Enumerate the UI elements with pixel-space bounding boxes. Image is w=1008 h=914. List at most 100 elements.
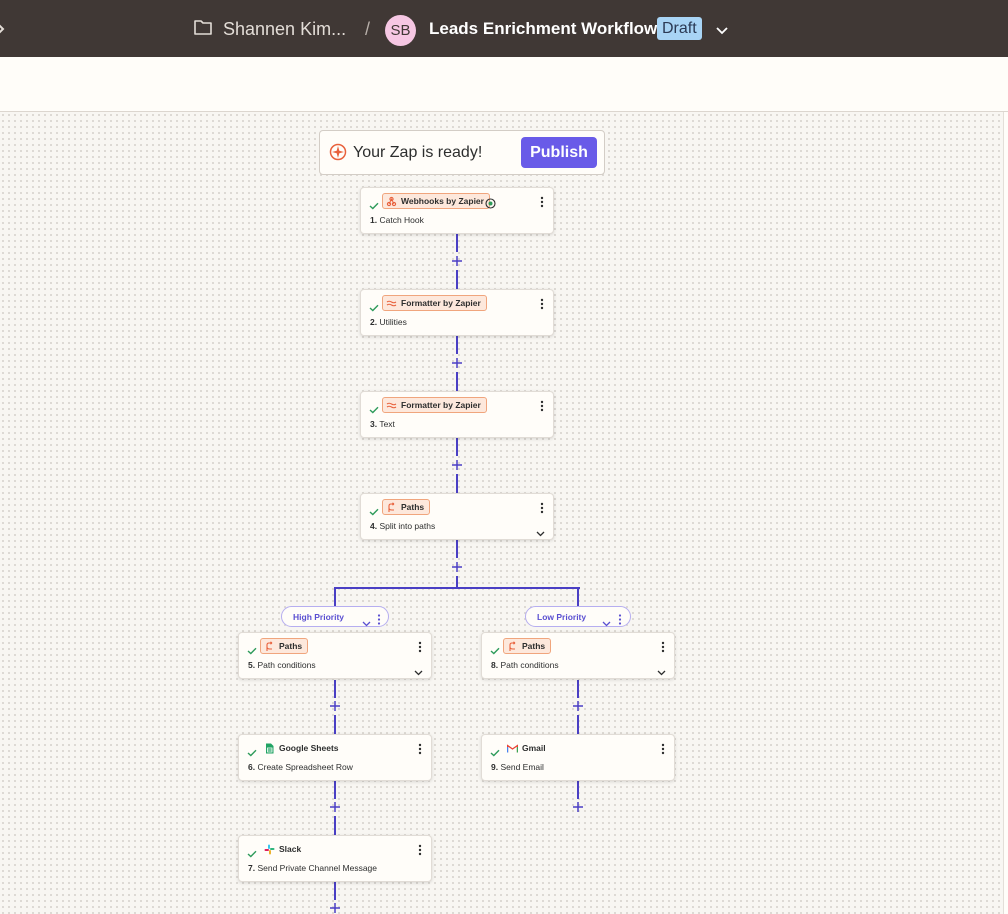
add-step-icon[interactable] bbox=[329, 700, 341, 712]
connector-line bbox=[577, 680, 579, 698]
app-chip: Paths bbox=[503, 638, 552, 654]
more-options-icon[interactable] bbox=[618, 612, 622, 630]
status-badge: Draft bbox=[657, 17, 702, 40]
more-options-icon[interactable] bbox=[540, 399, 544, 417]
step-name: Path conditions bbox=[257, 660, 316, 670]
connector-line bbox=[334, 781, 336, 799]
step-title: 6. Create Spreadsheet Row bbox=[248, 762, 353, 772]
more-options-icon[interactable] bbox=[540, 297, 544, 315]
check-icon bbox=[369, 197, 379, 215]
paths-icon bbox=[264, 640, 275, 652]
top-bar: Shannen Kim... / SB Leads Enrichment Wor… bbox=[0, 0, 1008, 57]
add-step-icon[interactable] bbox=[451, 255, 463, 267]
step-title: 4. Split into paths bbox=[370, 521, 435, 531]
add-step-icon[interactable] bbox=[451, 561, 463, 573]
app-chip: Slack bbox=[260, 841, 307, 857]
more-options-icon[interactable] bbox=[540, 195, 544, 213]
step-number: 5. bbox=[248, 660, 256, 670]
app-chip: Formatter by Zapier bbox=[382, 397, 487, 413]
right-panel-edge bbox=[1003, 112, 1008, 914]
back-chevron-icon[interactable] bbox=[0, 20, 6, 43]
step-card-catch-hook[interactable]: Webhooks by Zapier 1. Catch Hook bbox=[360, 187, 554, 234]
step-card-text[interactable]: Formatter by Zapier 3. Text bbox=[360, 391, 554, 438]
more-options-icon[interactable] bbox=[540, 501, 544, 519]
step-number: 3. bbox=[370, 419, 378, 429]
step-name: Catch Hook bbox=[379, 215, 424, 225]
step-card-utilities[interactable]: Formatter by Zapier 2. Utilities bbox=[360, 289, 554, 336]
chevron-down-icon[interactable] bbox=[657, 663, 666, 681]
app-chip: Paths bbox=[382, 499, 431, 515]
add-step-icon[interactable] bbox=[329, 902, 341, 914]
connector-line bbox=[456, 438, 458, 456]
connector-line bbox=[456, 336, 458, 354]
connector-line bbox=[334, 715, 336, 734]
check-icon bbox=[490, 744, 500, 762]
step-card-send-private-channel-message[interactable]: Slack 7. Send Private Channel Message bbox=[238, 835, 432, 882]
chevron-down-icon[interactable] bbox=[536, 524, 545, 542]
breadcrumb-separator: / bbox=[365, 19, 371, 39]
chevron-down-icon[interactable] bbox=[414, 663, 423, 681]
step-title: 7. Send Private Channel Message bbox=[248, 863, 377, 873]
check-icon bbox=[247, 642, 257, 660]
step-title: 5. Path conditions bbox=[248, 660, 316, 670]
more-options-icon[interactable] bbox=[418, 640, 422, 658]
step-name: Create Spreadsheet Row bbox=[257, 762, 353, 772]
add-step-icon[interactable] bbox=[451, 357, 463, 369]
step-card-split-into-paths[interactable]: Paths 4. Split into paths bbox=[360, 493, 554, 540]
step-name: Split into paths bbox=[379, 521, 436, 531]
step-number: 7. bbox=[248, 863, 256, 873]
check-icon bbox=[247, 845, 257, 863]
path-pill-low-priority[interactable]: Low Priority bbox=[525, 606, 631, 627]
connector-line bbox=[577, 781, 579, 799]
check-icon bbox=[369, 299, 379, 317]
path-label: High Priority bbox=[293, 612, 345, 622]
step-name: Path conditions bbox=[500, 660, 559, 670]
avatar[interactable]: SB bbox=[385, 15, 416, 46]
step-title: 8. Path conditions bbox=[491, 660, 559, 670]
more-options-icon[interactable] bbox=[377, 612, 381, 630]
formatter-icon bbox=[386, 298, 397, 309]
ready-message: Your Zap is ready! bbox=[353, 144, 483, 161]
chevron-down-icon[interactable] bbox=[362, 614, 371, 632]
zap-title[interactable]: Leads Enrichment Workflow bbox=[429, 19, 657, 39]
add-step-icon[interactable] bbox=[451, 459, 463, 471]
add-step-icon[interactable] bbox=[572, 700, 584, 712]
check-icon bbox=[247, 744, 257, 762]
step-card-create-spreadsheet-row[interactable]: Google Sheets 6. Create Spreadsheet Row bbox=[238, 734, 432, 781]
chevron-down-icon[interactable] bbox=[602, 614, 611, 632]
more-options-icon[interactable] bbox=[661, 640, 665, 658]
more-options-icon[interactable] bbox=[418, 742, 422, 760]
connector-line bbox=[456, 474, 458, 493]
app-name: Paths bbox=[279, 641, 303, 651]
connector-line bbox=[577, 587, 579, 606]
step-name: Send Private Channel Message bbox=[257, 863, 378, 873]
step-name: Text bbox=[379, 419, 395, 429]
step-card-send-email[interactable]: Gmail 9. Send Email bbox=[481, 734, 675, 781]
step-number: 1. bbox=[370, 215, 378, 225]
app-name: Slack bbox=[279, 844, 302, 854]
connector-line bbox=[334, 680, 336, 698]
step-number: 4. bbox=[370, 521, 378, 531]
folder-name-link[interactable]: Shannen Kim... bbox=[223, 19, 346, 40]
path-pill-high-priority[interactable]: High Priority bbox=[281, 606, 389, 627]
connector-line bbox=[577, 715, 579, 734]
step-number: 8. bbox=[491, 660, 499, 670]
check-icon bbox=[369, 503, 379, 521]
check-icon bbox=[369, 401, 379, 419]
connector-line bbox=[456, 540, 458, 558]
add-step-icon[interactable] bbox=[329, 801, 341, 813]
trigger-status-icon bbox=[485, 196, 496, 214]
step-title: 9. Send Email bbox=[491, 762, 544, 772]
app-name: Gmail bbox=[522, 743, 546, 753]
more-options-icon[interactable] bbox=[661, 742, 665, 760]
step-card-path-conditions-high[interactable]: Paths 5. Path conditions bbox=[238, 632, 432, 679]
app-chip: Google Sheets bbox=[260, 740, 345, 756]
app-name: Formatter by Zapier bbox=[401, 298, 481, 308]
chevron-down-icon[interactable] bbox=[715, 23, 729, 41]
add-step-icon[interactable] bbox=[572, 801, 584, 813]
more-options-icon[interactable] bbox=[418, 843, 422, 861]
step-card-path-conditions-low[interactable]: Paths 8. Path conditions bbox=[481, 632, 675, 679]
publish-button[interactable]: Publish bbox=[521, 137, 597, 168]
folder-icon[interactable] bbox=[193, 18, 213, 36]
connector-line bbox=[334, 587, 336, 606]
